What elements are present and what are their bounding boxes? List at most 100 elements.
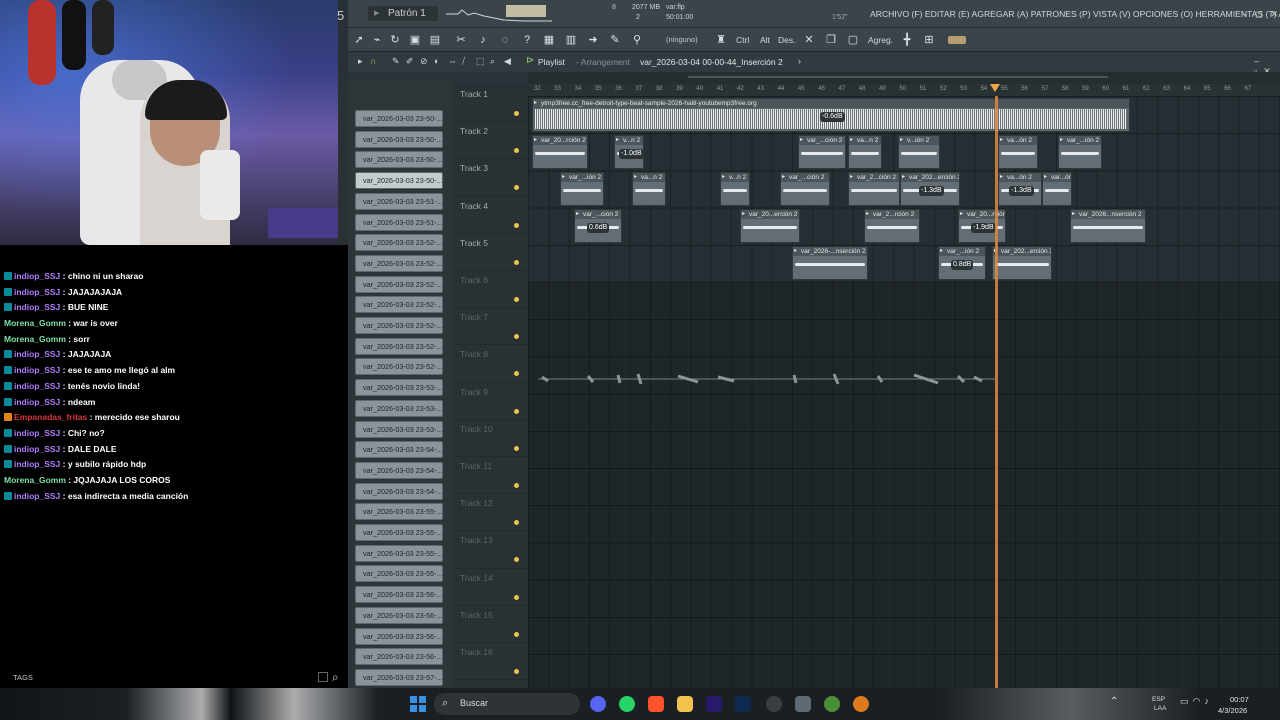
track-header[interactable]: Track 14 (452, 569, 528, 606)
clip-source-item[interactable]: var_2026-03-03 23-50-... (355, 172, 443, 190)
track-header[interactable]: Track 4 (452, 197, 528, 234)
track-header[interactable]: Track 8 (452, 345, 528, 383)
obs-icon[interactable] (766, 696, 782, 712)
language-layout[interactable]: LAA (1154, 705, 1166, 712)
clip-source-item[interactable]: var_2026-03-03 23-56-... (355, 627, 443, 645)
audio-clip[interactable]: v...ión 2 (898, 135, 940, 169)
clip-source-item[interactable]: var_2026-03-03 23-52-... (355, 296, 443, 314)
slice-icon[interactable]: ⧸ (462, 56, 465, 67)
magnet-icon[interactable]: ⌁ (370, 33, 384, 47)
arrangement-name[interactable]: var_2026-03-04 00-00-44_Inserción 2 (640, 57, 783, 67)
brush-icon[interactable]: ✎ (608, 33, 622, 47)
chrome-icon[interactable] (824, 696, 840, 712)
audio-clip[interactable]: var...ón 2 (1042, 172, 1072, 206)
chat-username[interactable]: Morena_Gomm (4, 318, 66, 328)
zoom-icon[interactable]: ⌕ (490, 56, 495, 67)
audio-clip[interactable]: var_...ión 2 (1058, 135, 1102, 169)
audio-clip[interactable]: var_2026-...nserción 2 (792, 246, 868, 280)
pencil-icon[interactable]: ✎ (392, 56, 400, 67)
windows-start-icon[interactable] (410, 696, 426, 712)
arrow-right-icon[interactable]: ➜ (586, 33, 600, 47)
track-header[interactable]: Track 10 (452, 420, 528, 457)
selection-none[interactable]: (ninguno) (666, 35, 698, 44)
premiere-icon[interactable] (706, 696, 722, 712)
alt-modifier[interactable]: Alt (760, 35, 770, 45)
chat-username[interactable]: Empanadas_fritas (14, 412, 87, 422)
track-header[interactable]: Track 9 (452, 383, 528, 420)
track-enable-icon[interactable] (514, 557, 519, 563)
cart-icon[interactable]: ⊞ (922, 33, 936, 47)
file-explorer-icon[interactable] (677, 696, 693, 712)
chat-username[interactable]: indiop_SSJ (14, 365, 60, 375)
track-enable-icon[interactable] (514, 297, 519, 302)
magnet-snap-icon[interactable]: ∩ (370, 56, 376, 66)
chat-username[interactable]: indiop_SSJ (14, 287, 60, 297)
audio-clip[interactable]: v...n 2 (720, 172, 750, 206)
timeline-ruler[interactable]: 32 33 34 35 36 37 38 39 40 41 42 43 44 45 46 47 48 49 50 51… (528, 84, 1280, 96)
audio-clip[interactable]: var_202...erción 2 -1.3dB (900, 172, 960, 206)
clip-source-item[interactable]: var_2026-03-03 23-54-... (355, 441, 443, 459)
clip-source-item[interactable]: var_2026-03-03 23-53-... (355, 379, 443, 397)
cursor-icon[interactable]: ➚ (352, 33, 366, 47)
audio-clip[interactable]: var_20...rción 2 -1.9dB (958, 209, 1006, 243)
popout-icon[interactable] (318, 672, 328, 682)
clip-source-item[interactable]: var_2026-03-03 23-53-... (355, 399, 443, 417)
clip-source-item[interactable]: var_2026-03-03 23-55-... (355, 544, 443, 562)
clip-source-item[interactable]: var_2026-03-03 23-53-... (355, 420, 443, 438)
track-enable-icon[interactable] (514, 594, 519, 600)
whatsapp-icon[interactable] (619, 696, 635, 712)
track-enable-icon[interactable] (514, 408, 519, 414)
audio-clip[interactable]: var_202...erción 2 (992, 246, 1052, 280)
clip-source-item[interactable]: var_2026-03-03 23-51-... (355, 213, 443, 231)
clip-source-item[interactable]: var_2026-03-03 23-56-... (355, 586, 443, 604)
clip-source-list[interactable]: var_2026-03-03 23-50-... var_2026-03-03 2… (348, 80, 452, 688)
hat-icon[interactable]: ♜ (714, 33, 728, 47)
audio-clip[interactable]: var_...ción 2 (798, 135, 846, 169)
track-header[interactable]: Track 2 (452, 122, 528, 160)
clip-source-item[interactable]: var_2026-03-03 23-52-... (355, 358, 443, 376)
clip-source-item[interactable]: var_2026-03-03 23-52-... (355, 254, 443, 272)
audio-clip[interactable]: va...ón 2 (998, 135, 1038, 169)
record-icon[interactable]: ▤ (428, 33, 442, 47)
track-enable-icon[interactable] (514, 669, 519, 674)
audio-clip[interactable]: var_2...ción 2 (848, 172, 900, 206)
tray-icons[interactable]: ▭◠♪ (1180, 696, 1213, 707)
audio-clip[interactable]: var_2...rción 2 (864, 209, 920, 243)
delete-icon[interactable]: ⊘ (420, 56, 428, 67)
chat-username[interactable]: indiop_SSJ (14, 302, 60, 312)
audio-clip[interactable]: va...ón 2 -1.3dB (998, 172, 1042, 206)
pattern-prev-icon[interactable]: ▶ (374, 6, 379, 21)
chat-username[interactable]: indiop_SSJ (14, 397, 60, 407)
window-controls[interactable]: –◻✕ (1242, 9, 1280, 20)
audio-clip[interactable]: var_20...rción 2 (532, 135, 588, 169)
chat-username[interactable]: indiop_SSJ (14, 459, 60, 469)
save-icon[interactable]: ▣ (408, 33, 422, 47)
clip-source-item[interactable]: var_2026-03-03 23-56-... (355, 606, 443, 624)
chat-username[interactable]: indiop_SSJ (14, 428, 60, 438)
track-enable-icon[interactable] (514, 148, 519, 154)
comment-icon[interactable]: ◌ (498, 33, 512, 47)
track-enable-icon[interactable] (514, 259, 519, 265)
audio-clip[interactable]: var_...ión 2 0.8dB (938, 246, 986, 280)
audio-clip[interactable]: var_...ción 2 (780, 172, 830, 206)
brave-icon[interactable] (648, 696, 664, 712)
settings-icon[interactable] (795, 696, 811, 712)
speaker-icon[interactable]: ◀ (504, 56, 511, 67)
piano-icon[interactable]: ▥ (564, 33, 578, 47)
plugin-icon[interactable]: ╋ (900, 33, 914, 47)
arrangement-next-icon[interactable]: › (798, 56, 801, 66)
main-menu[interactable]: ARCHIVO (F) EDITAR (E) AGREGAR (A) PATRO… (870, 9, 1280, 19)
help-icon[interactable]: ? (520, 33, 534, 47)
chat-username[interactable]: Morena_Gomm (4, 475, 66, 485)
language-code[interactable]: ESP (1152, 696, 1165, 703)
playlist-icon[interactable]: ▦ (542, 33, 556, 47)
clip-source-item[interactable]: var_2026-03-03 23-52-... (355, 317, 443, 334)
copy-icon[interactable]: ❐ (824, 33, 838, 47)
clip-source-item[interactable]: var_2026-03-03 23-52-... (355, 234, 443, 252)
undo-button[interactable]: Des. (778, 35, 795, 45)
tray-chevron-icon[interactable]: ⌃ (1110, 696, 1118, 707)
track-header[interactable]: Track 16 (452, 643, 528, 681)
track-enable-icon[interactable] (514, 334, 519, 340)
cut-icon[interactable]: ✂ (454, 33, 468, 47)
track-enable-icon[interactable] (514, 185, 519, 191)
